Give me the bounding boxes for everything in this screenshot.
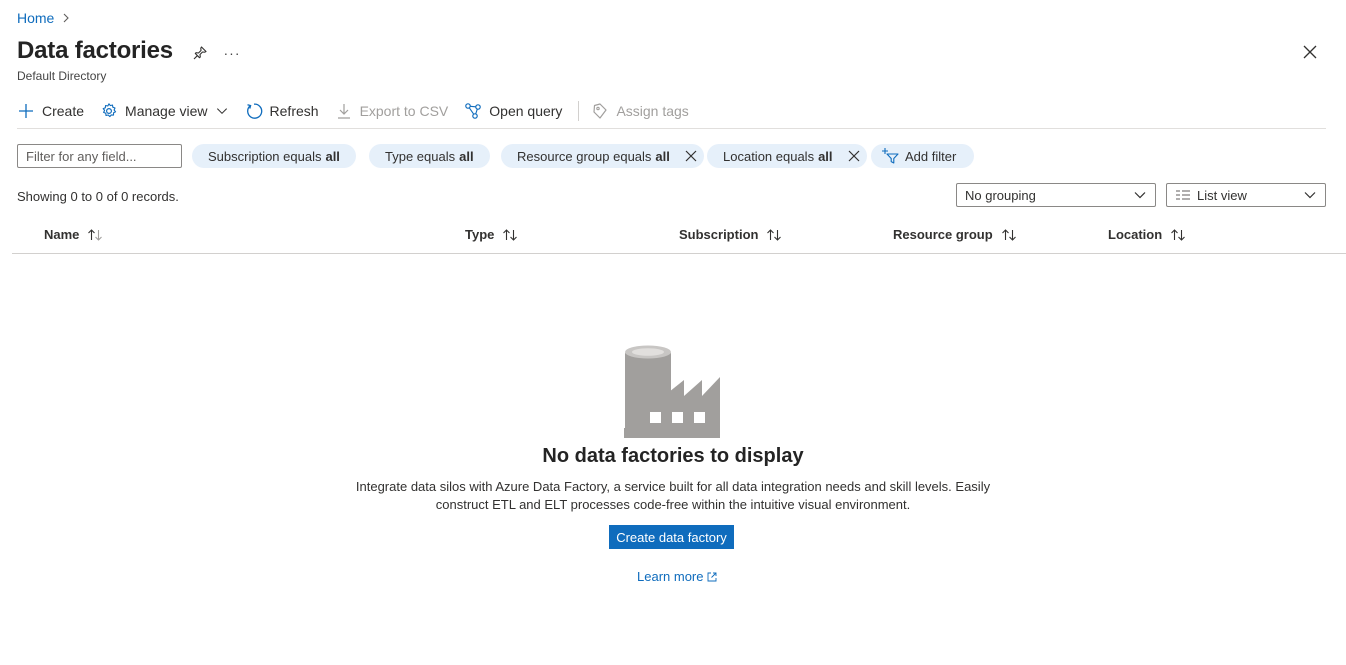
breadcrumb: Home bbox=[17, 10, 70, 26]
close-icon bbox=[1303, 45, 1317, 59]
sort-icon bbox=[1001, 228, 1016, 241]
column-header-label: Type bbox=[465, 227, 495, 242]
chevron-down-icon bbox=[1304, 192, 1316, 199]
chevron-down-icon bbox=[1134, 192, 1146, 199]
column-header-subscription[interactable]: Subscription bbox=[679, 227, 782, 242]
refresh-icon bbox=[246, 103, 262, 119]
remove-filter-button[interactable] bbox=[684, 149, 698, 163]
filter-input[interactable] bbox=[17, 144, 182, 168]
column-header-resource-group[interactable]: Resource group bbox=[893, 227, 1017, 242]
sort-ascending-icon bbox=[88, 228, 103, 241]
add-filter-label: Add filter bbox=[905, 148, 957, 164]
pin-icon bbox=[193, 46, 207, 60]
subscription-filter-value: all bbox=[325, 148, 340, 164]
assign-tags-label: Assign tags bbox=[616, 103, 689, 119]
column-header-type[interactable]: Type bbox=[465, 227, 518, 242]
sort-icon bbox=[1171, 228, 1186, 241]
sort-icon bbox=[767, 228, 782, 241]
data-factory-icon bbox=[624, 345, 720, 438]
plus-icon bbox=[19, 104, 33, 118]
manage-view-button[interactable]: Manage view bbox=[100, 102, 229, 120]
learn-more-label: Learn more bbox=[637, 569, 704, 584]
chevron-right-icon bbox=[63, 13, 70, 23]
table-header-divider bbox=[12, 253, 1346, 254]
close-icon bbox=[848, 150, 859, 162]
resource-group-filter-pill[interactable]: Resource group equals all bbox=[501, 144, 704, 168]
location-filter-value: all bbox=[818, 148, 833, 164]
open-query-button[interactable]: Open query bbox=[464, 102, 562, 120]
type-filter-value: all bbox=[459, 148, 474, 164]
records-count: Showing 0 to 0 of 0 records. bbox=[17, 189, 179, 204]
sort-icon bbox=[503, 228, 518, 241]
resource-group-filter-value: all bbox=[655, 148, 670, 164]
type-filter-text: Type equals bbox=[385, 148, 456, 164]
toolbar-divider bbox=[578, 101, 580, 121]
empty-state-description: Integrate data silos with Azure Data Fac… bbox=[355, 479, 991, 512]
external-link-icon bbox=[708, 572, 717, 581]
empty-state-title: No data factories to display bbox=[542, 445, 804, 467]
column-header-location[interactable]: Location bbox=[1108, 227, 1186, 242]
pin-button[interactable] bbox=[190, 43, 210, 63]
page-title: Data factories bbox=[17, 37, 173, 64]
toolbar-divider-line bbox=[17, 128, 1326, 129]
close-button[interactable] bbox=[1300, 42, 1320, 62]
location-filter-pill[interactable]: Location equals all bbox=[707, 144, 867, 168]
type-filter-pill[interactable]: Type equals all bbox=[369, 144, 490, 168]
column-header-label: Resource group bbox=[893, 227, 993, 242]
remove-filter-button[interactable] bbox=[847, 149, 861, 163]
column-header-label: Name bbox=[44, 227, 80, 242]
open-query-label: Open query bbox=[489, 103, 563, 119]
subscription-filter-pill[interactable]: Subscription equals all bbox=[192, 144, 356, 168]
view-dropdown[interactable]: List view bbox=[1166, 183, 1326, 207]
close-icon bbox=[685, 150, 697, 162]
learn-more-link[interactable]: Learn more bbox=[637, 569, 717, 584]
create-button[interactable]: Create bbox=[17, 102, 84, 120]
create-data-factory-button[interactable]: Create data factory bbox=[609, 525, 734, 549]
column-header-label: Subscription bbox=[679, 227, 759, 242]
refresh-button[interactable]: Refresh bbox=[245, 102, 319, 120]
refresh-label: Refresh bbox=[269, 103, 319, 119]
manage-view-label: Manage view bbox=[125, 103, 208, 119]
resource-group-filter-text: Resource group equals bbox=[517, 148, 652, 164]
page-subtitle: Default Directory bbox=[17, 69, 107, 83]
command-bar: Create Manage view Refresh Export to CSV… bbox=[17, 98, 705, 124]
list-view-icon bbox=[1176, 190, 1190, 200]
gear-icon bbox=[102, 103, 117, 118]
grouping-selected: No grouping bbox=[965, 187, 1036, 203]
assign-tags-button[interactable]: Assign tags bbox=[591, 102, 689, 120]
tag-icon bbox=[593, 103, 608, 119]
chevron-down-icon bbox=[216, 108, 227, 115]
view-selected: List view bbox=[1197, 187, 1247, 203]
column-header-label: Location bbox=[1108, 227, 1163, 242]
query-graph-icon bbox=[465, 103, 482, 119]
create-label: Create bbox=[42, 103, 85, 119]
subscription-filter-text: Subscription equals bbox=[208, 148, 322, 164]
add-filter-icon bbox=[882, 148, 899, 164]
export-csv-button[interactable]: Export to CSV bbox=[335, 102, 449, 120]
add-filter-button[interactable]: Add filter bbox=[871, 144, 975, 168]
export-csv-label: Export to CSV bbox=[359, 103, 449, 119]
location-filter-text: Location equals bbox=[723, 148, 815, 164]
grouping-dropdown[interactable]: No grouping bbox=[956, 183, 1156, 207]
download-icon bbox=[337, 104, 350, 119]
column-header-name[interactable]: Name bbox=[44, 227, 103, 242]
more-options-button[interactable]: ··· bbox=[222, 43, 242, 63]
breadcrumb-home-link[interactable]: Home bbox=[17, 10, 54, 26]
